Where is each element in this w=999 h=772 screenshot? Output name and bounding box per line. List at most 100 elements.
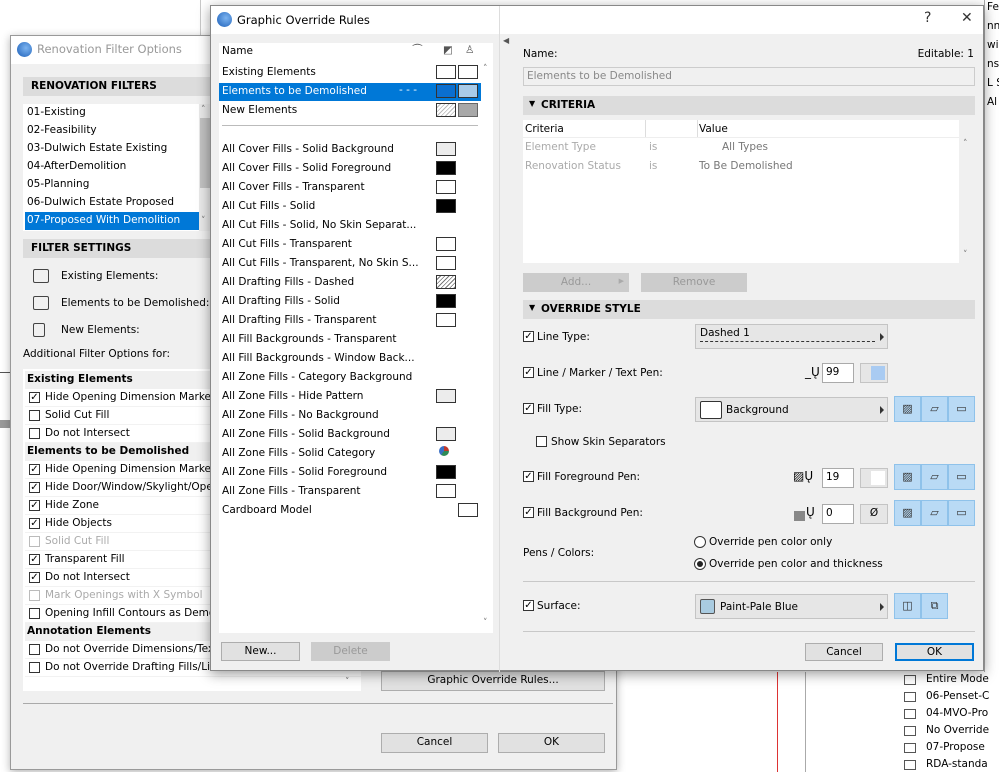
filter-list-item[interactable]: 06-Dulwich Estate Proposed bbox=[25, 194, 199, 212]
option-checkbox[interactable]: ✓ bbox=[29, 500, 40, 511]
scroll-down-icon[interactable]: ˅ bbox=[963, 250, 968, 260]
apply-to-cut-fill-toggle[interactable]: ▨ bbox=[894, 464, 921, 490]
option-checkbox[interactable]: ✓ bbox=[29, 482, 40, 493]
navigator-item[interactable]: nn bbox=[987, 20, 999, 32]
override-style-header[interactable]: ▼ OVERRIDE STYLE bbox=[523, 300, 975, 319]
close-button[interactable]: ✕ bbox=[961, 10, 973, 26]
fill-background-pen-input[interactable]: 0 bbox=[822, 504, 854, 524]
navigator-item[interactable]: nst bbox=[987, 58, 999, 70]
rule-list-item[interactable]: All Cover Fills - Transparent bbox=[219, 179, 481, 197]
rule-list-item[interactable]: All Cut Fills - Transparent, No Skin S..… bbox=[219, 255, 481, 273]
apply-to-cut-fill-toggle[interactable]: ▨ bbox=[894, 500, 921, 526]
line-type-dropdown[interactable]: Dashed 1 bbox=[695, 324, 888, 349]
fill-type-checkbox[interactable]: ✓ bbox=[523, 403, 534, 414]
option-checkbox[interactable] bbox=[29, 428, 40, 439]
option-checkbox[interactable]: ✓ bbox=[29, 464, 40, 475]
line-pen-input[interactable]: 99 bbox=[822, 363, 854, 383]
apply-to-cover-fill-toggle[interactable]: ▱ bbox=[921, 464, 948, 490]
apply-to-cover-fill-toggle[interactable]: ▱ bbox=[921, 396, 948, 422]
line-type-checkbox[interactable]: ✓ bbox=[523, 331, 534, 342]
navigator-item[interactable]: Entire Mode bbox=[904, 673, 989, 685]
navigator-item[interactable]: 06-Penset-C bbox=[904, 690, 989, 702]
rule-list-item[interactable]: All Cover Fills - Solid Foreground bbox=[219, 160, 481, 178]
rule-list-item[interactable]: All Cut Fills - Solid, No Skin Separat..… bbox=[219, 217, 481, 235]
option-checkbox[interactable]: ✓ bbox=[29, 572, 40, 583]
scroll-up-icon[interactable]: ˄ bbox=[483, 64, 488, 74]
ok-button[interactable]: OK bbox=[895, 643, 974, 661]
navigator-item[interactable]: No Override bbox=[904, 724, 989, 736]
option-checkbox[interactable]: ✓ bbox=[29, 518, 40, 529]
rule-list-item[interactable]: All Zone Fills - No Background bbox=[219, 407, 481, 425]
surface-checkbox[interactable]: ✓ bbox=[523, 600, 534, 611]
scroll-down-icon[interactable]: ˅ bbox=[345, 677, 350, 687]
add-criteria-button[interactable]: Add... ▶ bbox=[523, 273, 629, 292]
apply-to-drafting-fill-toggle[interactable]: ▭ bbox=[948, 396, 975, 422]
rule-list-item[interactable]: All Zone Fills - Category Background bbox=[219, 369, 481, 387]
rule-list-item[interactable]: Cardboard Model bbox=[219, 502, 481, 520]
navigator-item[interactable]: RDA-standa bbox=[904, 758, 988, 770]
rule-list-item[interactable]: Existing Elements bbox=[219, 64, 481, 82]
fill-foreground-pen-checkbox[interactable]: ✓ bbox=[523, 471, 534, 482]
navigator-item[interactable]: Feasil bbox=[987, 1, 999, 13]
option-checkbox[interactable] bbox=[29, 608, 40, 619]
apply-to-drafting-fill-toggle[interactable]: ▭ bbox=[948, 464, 975, 490]
scroll-down-icon[interactable]: ˅ bbox=[201, 216, 206, 226]
option-checkbox[interactable] bbox=[29, 644, 40, 655]
rule-list-item[interactable]: All Zone Fills - Solid Foreground bbox=[219, 464, 481, 482]
option-checkbox[interactable] bbox=[29, 662, 40, 673]
filter-list-item[interactable]: 03-Dulwich Estate Existing bbox=[25, 140, 199, 158]
rule-list-item[interactable]: All Cut Fills - Transparent bbox=[219, 236, 481, 254]
filter-list-item[interactable]: 01-Existing bbox=[25, 104, 199, 122]
criteria-header[interactable]: ▼ CRITERIA bbox=[523, 96, 975, 115]
rule-list-item[interactable]: All Drafting Fills - Dashed bbox=[219, 274, 481, 292]
override-color-only-radio[interactable] bbox=[694, 536, 706, 548]
fill-foreground-pen-color[interactable] bbox=[860, 468, 888, 488]
option-checkbox[interactable]: ✓ bbox=[29, 554, 40, 565]
fill-background-pen-checkbox[interactable]: ✓ bbox=[523, 507, 534, 518]
rules-scrollbar[interactable]: ˄ ˅ bbox=[481, 60, 493, 633]
rule-name-input[interactable]: Elements to be Demolished bbox=[523, 67, 975, 86]
rule-list-item[interactable]: All Fill Backgrounds - Window Back... bbox=[219, 350, 481, 368]
collapse-panel-icon[interactable]: ◀ bbox=[503, 36, 509, 45]
rules-list[interactable]: Name ⏜ ◩ ♙ ˄ ˅ Existing Elements Elements… bbox=[219, 43, 493, 633]
filter-list-item[interactable]: 02-Feasibility bbox=[25, 122, 199, 140]
apply-to-cover-fill-toggle[interactable]: ▱ bbox=[921, 500, 948, 526]
line-pen-checkbox[interactable]: ✓ bbox=[523, 367, 534, 378]
fill-background-pen-color[interactable]: Ø bbox=[860, 504, 888, 524]
rule-list-item[interactable]: All Cover Fills - Solid Background bbox=[219, 141, 481, 159]
rule-list-item[interactable]: All Drafting Fills - Transparent bbox=[219, 312, 481, 330]
help-button[interactable]: ? bbox=[924, 10, 931, 26]
renovation-filter-list[interactable]: ˄ ˅ 01-Existing 02-Feasibility 03-Dulwich … bbox=[23, 104, 211, 231]
rule-list-item[interactable]: All Zone Fills - Solid Category bbox=[219, 445, 481, 463]
scroll-up-icon[interactable]: ˄ bbox=[963, 139, 968, 149]
filter-list-item[interactable]: 05-Planning bbox=[25, 176, 199, 194]
navigator-item[interactable]: Al bbox=[987, 96, 997, 108]
scroll-down-icon[interactable]: ˅ bbox=[483, 618, 488, 628]
rule-list-item[interactable]: All Fill Backgrounds - Transparent bbox=[219, 331, 481, 349]
graphic-override-rules-button[interactable]: Graphic Override Rules... bbox=[381, 671, 605, 691]
navigator-item[interactable]: L S bbox=[987, 77, 999, 89]
rule-list-item[interactable]: All Zone Fills - Transparent bbox=[219, 483, 481, 501]
rule-list-item[interactable]: All Zone Fills - Solid Background bbox=[219, 426, 481, 444]
remove-criteria-button[interactable]: Remove bbox=[641, 273, 747, 292]
override-color-thickness-radio[interactable] bbox=[694, 558, 706, 570]
cancel-button[interactable]: Cancel bbox=[805, 643, 883, 661]
filter-list-item[interactable]: 07-Proposed With Demolition bbox=[25, 212, 199, 230]
ok-button[interactable]: OK bbox=[498, 733, 605, 753]
new-rule-button[interactable]: New... bbox=[221, 642, 300, 661]
rule-list-item[interactable]: All Cut Fills - Solid bbox=[219, 198, 481, 216]
apply-to-cut-surface-toggle[interactable]: ◫ bbox=[894, 593, 921, 619]
rule-list-item[interactable]: All Zone Fills - Hide Pattern bbox=[219, 388, 481, 406]
option-checkbox[interactable] bbox=[29, 410, 40, 421]
navigator-item[interactable]: wi bbox=[987, 39, 999, 51]
delete-rule-button[interactable]: Delete bbox=[311, 642, 390, 661]
surface-dropdown[interactable]: Paint-Pale Blue bbox=[695, 594, 888, 619]
option-checkbox[interactable]: ✓ bbox=[29, 392, 40, 403]
apply-to-uncut-surface-toggle[interactable]: ⧉ bbox=[921, 593, 948, 619]
navigator-item[interactable]: 04-MVO-Pro bbox=[904, 707, 988, 719]
apply-to-drafting-fill-toggle[interactable]: ▭ bbox=[948, 500, 975, 526]
line-pen-color[interactable] bbox=[860, 363, 888, 383]
fill-type-dropdown[interactable]: Background bbox=[695, 397, 888, 422]
apply-to-cut-fill-toggle[interactable]: ▨ bbox=[894, 396, 921, 422]
rule-list-item[interactable]: Elements to be Demolished - - - bbox=[219, 83, 481, 101]
